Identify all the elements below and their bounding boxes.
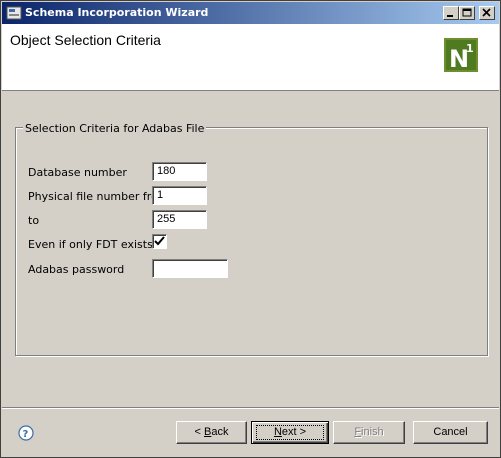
minimize-icon	[447, 15, 453, 17]
finish-rest: inish	[361, 426, 384, 438]
close-icon	[482, 8, 491, 17]
logo-superscript: 1	[466, 42, 474, 55]
next-focus-ring	[256, 425, 324, 440]
button-bar-separator	[2, 407, 499, 409]
wizard-header: Object Selection Criteria N 1	[2, 24, 499, 91]
help-icon[interactable]: ?	[18, 425, 34, 441]
file-from-label: Physical file number from	[28, 190, 169, 203]
window-title: Schema Incorporation Wizard	[25, 6, 209, 19]
cancel-button[interactable]: Cancel	[413, 421, 488, 444]
back-rest: ack	[211, 426, 229, 438]
database-number-label: Database number	[28, 166, 127, 179]
back-button[interactable]: < Back	[176, 421, 247, 444]
file-from-input[interactable]: 1	[152, 186, 207, 205]
database-number-input[interactable]: 180	[152, 162, 207, 181]
n1-logo: N 1	[444, 38, 478, 72]
fdt-only-checkbox[interactable]	[152, 234, 167, 249]
password-input[interactable]	[152, 259, 228, 278]
title-bar[interactable]: Schema Incorporation Wizard	[2, 2, 499, 24]
page-title: Object Selection Criteria	[10, 32, 161, 48]
checkmark-icon	[154, 236, 165, 246]
wizard-app-icon	[6, 6, 22, 20]
fdt-only-label: Even if only FDT exists	[28, 238, 153, 251]
group-label: Selection Criteria for Adabas File	[23, 122, 207, 135]
minimize-button[interactable]	[443, 6, 459, 20]
wizard-window: Schema Incorporation Wizard Object Selec…	[0, 0, 501, 458]
back-prefix: <	[194, 426, 204, 438]
file-to-label: to	[28, 214, 40, 227]
next-button[interactable]: Next >	[251, 421, 329, 444]
maximize-button[interactable]	[459, 6, 475, 20]
finish-button: Finish	[333, 421, 405, 444]
file-to-input[interactable]: 255	[152, 210, 207, 229]
close-button[interactable]	[479, 6, 495, 20]
password-label: Adabas password	[28, 263, 125, 276]
maximize-icon	[462, 8, 472, 17]
svg-text:?: ?	[23, 429, 29, 440]
